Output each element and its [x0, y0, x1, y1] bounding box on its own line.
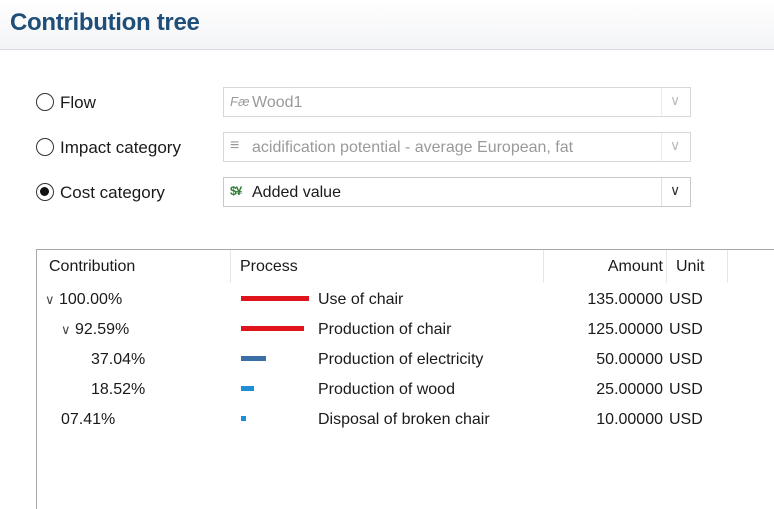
- impact-category-combo-dropdown[interactable]: ∨: [661, 133, 690, 161]
- chevron-down-icon: ∨: [670, 137, 681, 153]
- table-row[interactable]: 07.41% Disposal of broken chair 10.00000 US…: [37, 405, 737, 435]
- header-bar: Contribution tree: [0, 0, 774, 50]
- table-row[interactable]: ∨ 92.59% Production of chair 125.00000 USD: [37, 315, 737, 345]
- flow-combo-dropdown[interactable]: ∨: [661, 88, 690, 116]
- flow-icon: Fæ: [230, 94, 250, 109]
- table-row[interactable]: 18.52% Production of wood 25.00000 USD: [37, 375, 737, 405]
- contribution-bar: [241, 386, 254, 391]
- cost-category-icon: $¥: [230, 184, 242, 198]
- cost-category-combo[interactable]: $¥ Added value ∨: [223, 177, 691, 207]
- expand-chevron-icon[interactable]: ∨: [45, 285, 59, 315]
- amount-cell: 50.00000: [596, 351, 663, 368]
- contribution-cell: ∨ 92.59%: [61, 315, 129, 345]
- contribution-value: 92.59%: [75, 321, 130, 338]
- amount-cell: 10.00000: [596, 411, 663, 428]
- impact-category-selector-row: Impact category ≡ acidification potentia…: [36, 132, 696, 162]
- amount-cell: 25.00000: [596, 381, 663, 398]
- cost-category-combo-value: Added value: [252, 184, 341, 201]
- column-header-contribution[interactable]: Contribution: [49, 250, 135, 283]
- contribution-bar: [241, 416, 246, 421]
- cost-category-radio-label[interactable]: Cost category: [60, 183, 165, 203]
- contribution-cell: 07.41%: [61, 405, 115, 435]
- unit-cell: USD: [669, 351, 703, 368]
- contribution-value: 37.04%: [91, 351, 146, 368]
- contribution-bar: [241, 296, 309, 301]
- table-row[interactable]: ∨ 100.00% Use of chair 135.00000 USD: [37, 285, 737, 315]
- contribution-cell: ∨ 100.00%: [45, 285, 122, 315]
- impact-category-combo-value: acidification potential - average Europe…: [252, 139, 574, 156]
- chevron-down-icon: ∨: [670, 92, 681, 108]
- flow-radio[interactable]: [36, 93, 54, 111]
- impact-category-icon: ≡: [230, 137, 240, 154]
- unit-cell: USD: [669, 291, 703, 308]
- impact-category-combo[interactable]: ≡ acidification potential - average Euro…: [223, 132, 691, 162]
- column-header-process[interactable]: Process: [240, 250, 298, 283]
- unit-cell: USD: [669, 321, 703, 338]
- process-cell: Production of chair: [318, 321, 452, 338]
- process-cell: Disposal of broken chair: [318, 411, 490, 428]
- contribution-value: 07.41%: [61, 411, 116, 428]
- contribution-bar: [241, 326, 304, 331]
- column-divider[interactable]: [666, 250, 667, 283]
- flow-combo[interactable]: Fæ Wood1 ∨: [223, 87, 691, 117]
- unit-cell: USD: [669, 411, 703, 428]
- column-divider[interactable]: [727, 250, 728, 283]
- cost-category-radio[interactable]: [36, 183, 54, 201]
- column-divider[interactable]: [230, 250, 231, 283]
- process-cell: Use of chair: [318, 291, 404, 308]
- column-header-unit[interactable]: Unit: [676, 250, 704, 283]
- unit-cell: USD: [669, 381, 703, 398]
- contribution-tree-table[interactable]: Contribution Process Amount Unit ∨ 100.00…: [36, 249, 774, 509]
- contribution-value: 18.52%: [91, 381, 146, 398]
- amount-cell: 135.00000: [587, 291, 663, 308]
- process-cell: Production of electricity: [318, 351, 484, 368]
- column-divider[interactable]: [543, 250, 544, 283]
- amount-cell: 125.00000: [587, 321, 663, 338]
- flow-radio-label[interactable]: Flow: [60, 93, 96, 113]
- flow-combo-value: Wood1: [252, 94, 303, 111]
- contribution-bar: [241, 356, 266, 361]
- impact-category-radio[interactable]: [36, 138, 54, 156]
- impact-category-radio-label[interactable]: Impact category: [60, 138, 181, 158]
- table-row[interactable]: 37.04% Production of electricity 50.00000 U…: [37, 345, 737, 375]
- cost-category-combo-dropdown[interactable]: ∨: [661, 178, 690, 206]
- contribution-value: 100.00%: [59, 291, 123, 308]
- flow-selector-row: Flow Fæ Wood1 ∨: [36, 87, 696, 117]
- page-title: Contribution tree: [10, 9, 200, 36]
- chevron-down-icon: ∨: [670, 182, 681, 198]
- process-cell: Production of wood: [318, 381, 455, 398]
- expand-chevron-icon[interactable]: ∨: [61, 315, 75, 345]
- column-header-amount[interactable]: Amount: [547, 250, 663, 283]
- cost-category-selector-row: Cost category $¥ Added value ∨: [36, 177, 696, 207]
- contribution-cell: 37.04%: [91, 345, 145, 375]
- contribution-cell: 18.52%: [91, 375, 145, 405]
